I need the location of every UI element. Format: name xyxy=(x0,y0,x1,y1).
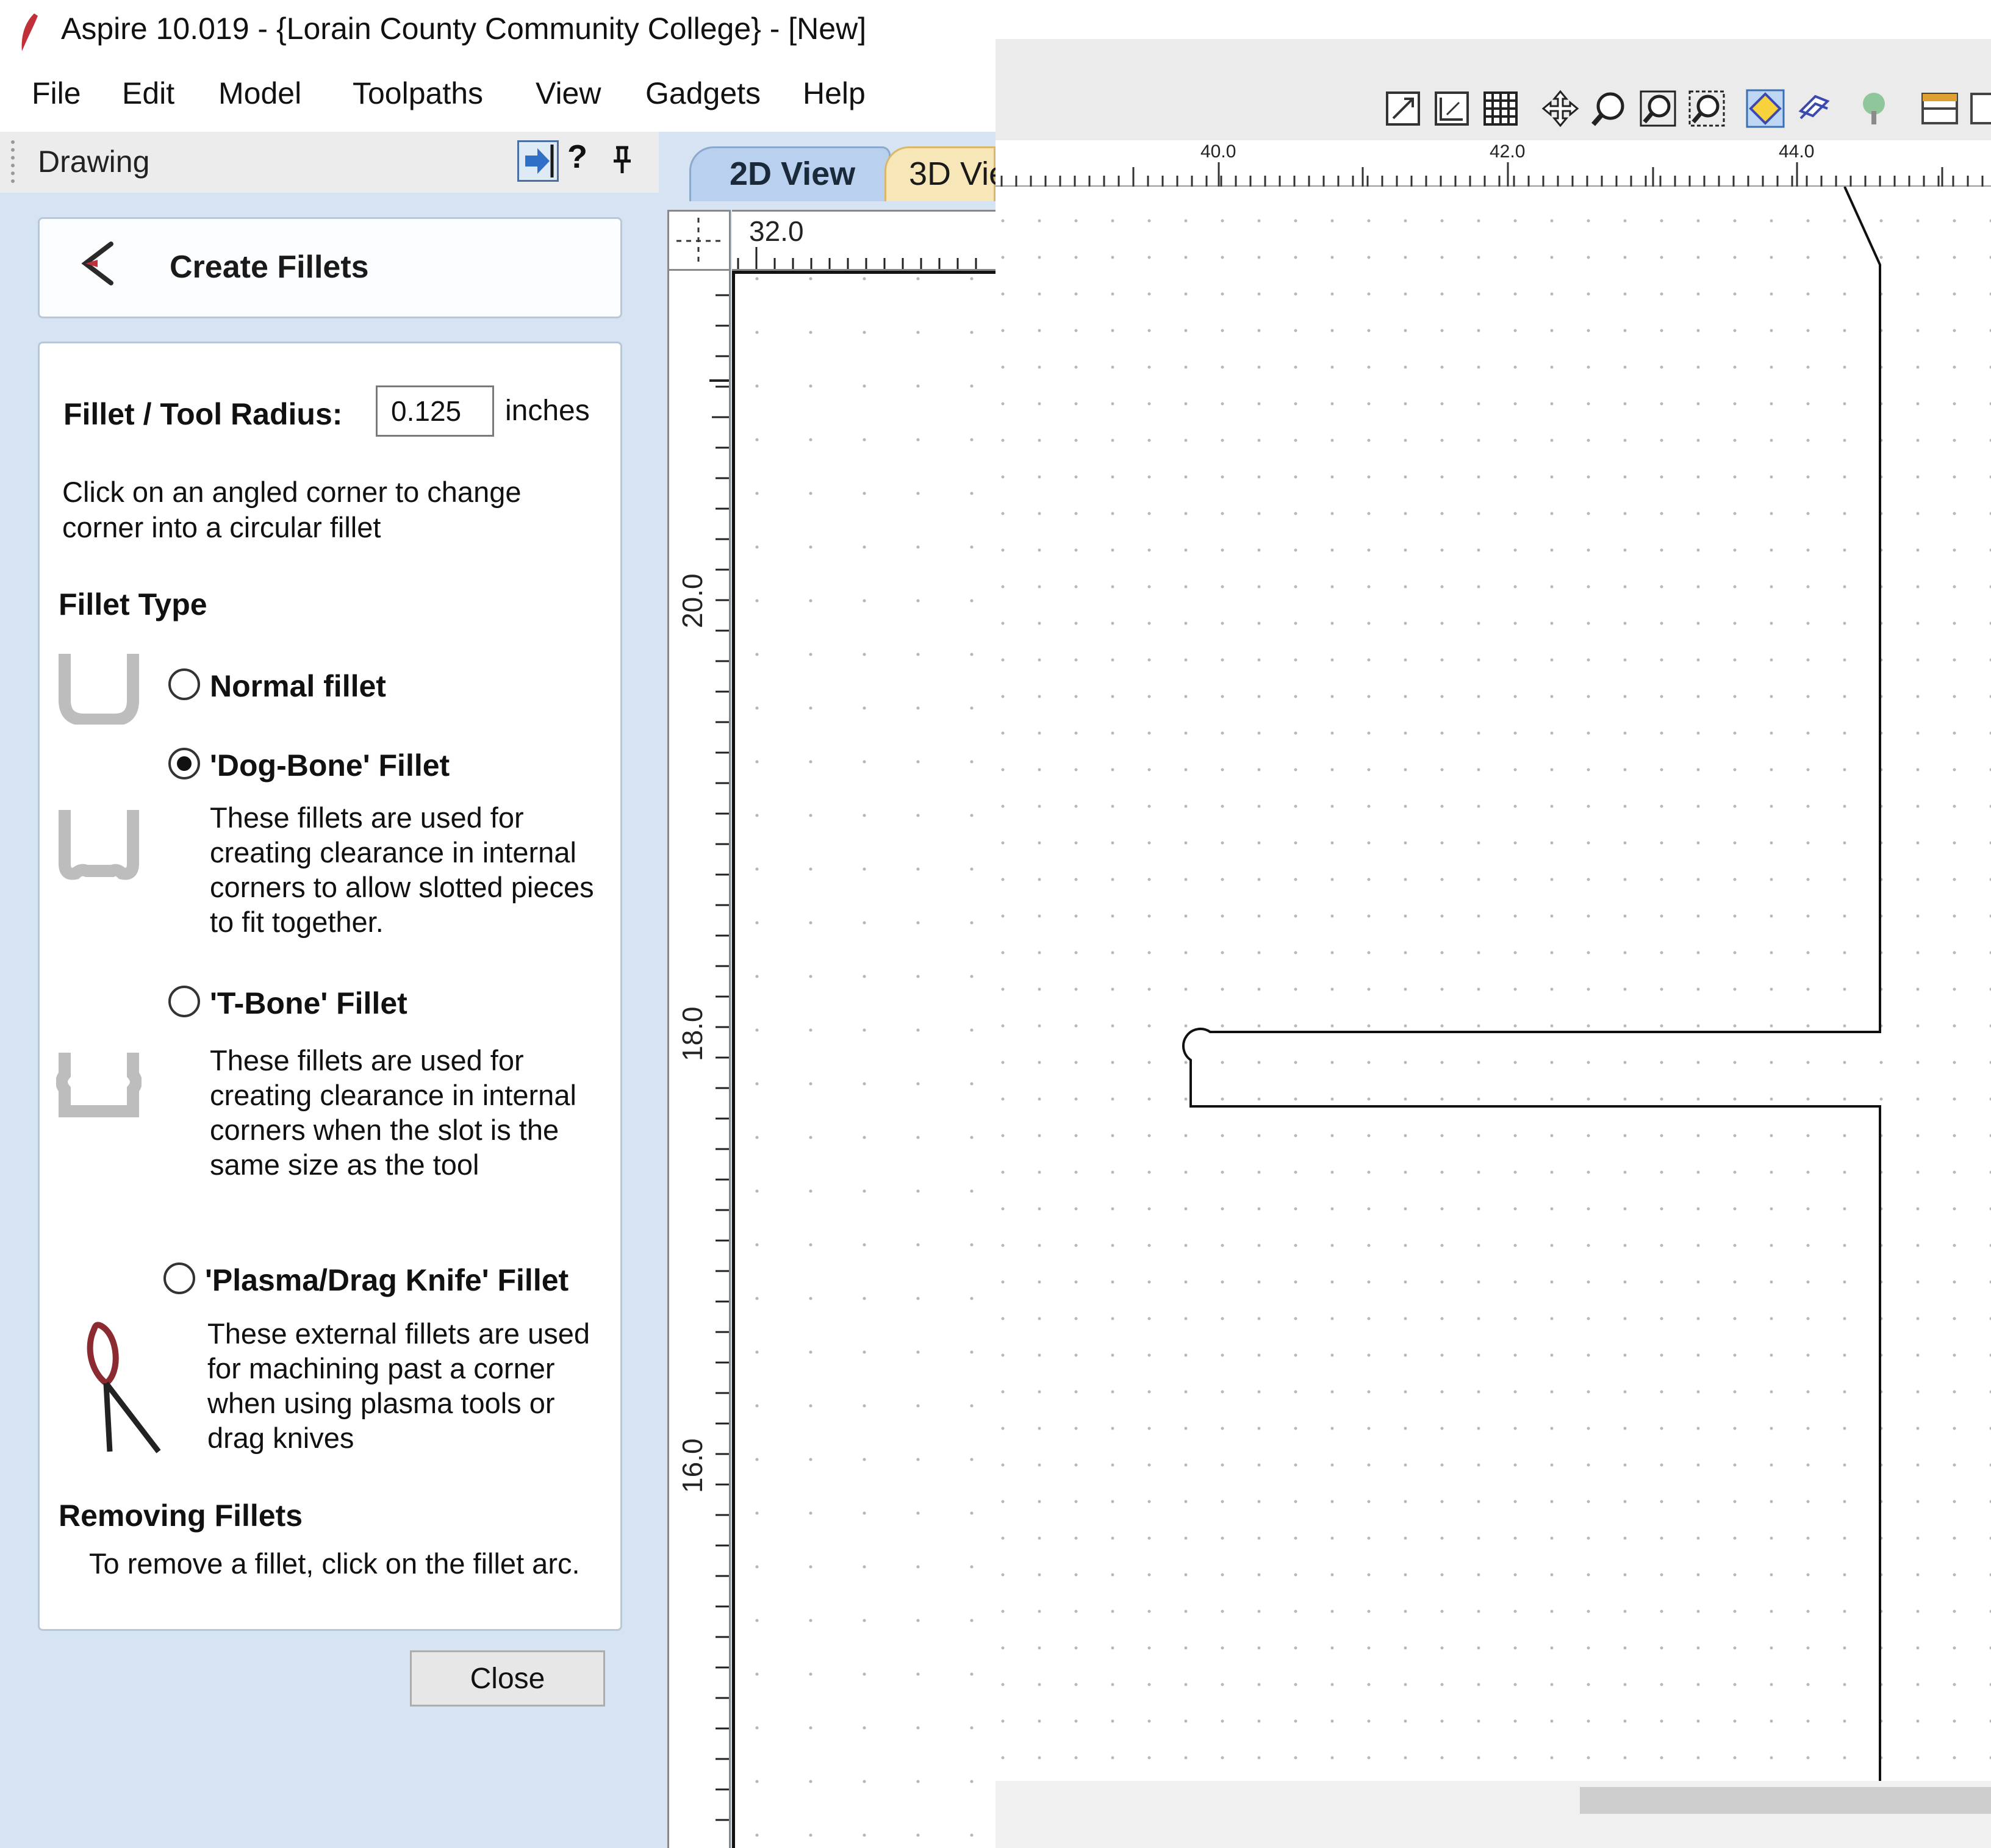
removing-fillets-text: To remove a fillet, click on the fillet … xyxy=(89,1547,580,1580)
snap-icon[interactable] xyxy=(1746,89,1785,128)
zoom-in-icon[interactable] xyxy=(1590,89,1629,128)
close-button[interactable]: Close xyxy=(410,1650,605,1707)
switch-panel-arrow-icon[interactable] xyxy=(517,140,559,182)
aspire-feather-icon xyxy=(21,13,38,51)
removing-fillets-heading: Removing Fillets xyxy=(59,1499,303,1533)
tree-icon[interactable] xyxy=(1854,89,1893,128)
panel-icon[interactable] xyxy=(1920,89,1959,128)
plasma-fillet-icon xyxy=(87,1322,161,1453)
zoom-box-icon[interactable] xyxy=(1638,89,1677,128)
tab-2d-view-label[interactable]: 2D View xyxy=(730,155,855,193)
zoom-extents-icon[interactable] xyxy=(1687,89,1726,128)
menu-gadgets[interactable]: Gadgets xyxy=(645,76,761,111)
ruler-origin-corner[interactable] xyxy=(667,210,731,271)
dog-bone-fillet-label[interactable]: 'Dog-Bone' Fillet xyxy=(210,748,450,783)
grid-icon[interactable] xyxy=(1481,89,1520,128)
drawing-panel-title: Drawing xyxy=(38,145,150,179)
fillet-radius-input[interactable] xyxy=(376,385,494,437)
dog-bone-fillet-radio[interactable] xyxy=(168,748,200,779)
fillet-type-heading: Fillet Type xyxy=(59,587,207,621)
plasma-fillet-label[interactable]: 'Plasma/Drag Knife' Fillet xyxy=(205,1262,569,1298)
dog-bone-fillet-description: These fillets are used for creating clea… xyxy=(210,801,594,938)
back-arrow-icon[interactable] xyxy=(73,239,122,288)
menu-view[interactable]: View xyxy=(536,76,601,111)
drawing-canvas-left[interactable] xyxy=(732,271,996,1848)
scrollbar-thumb[interactable] xyxy=(1580,1787,1991,1814)
create-fillets-title: Create Fillets xyxy=(170,249,369,285)
t-bone-fillet-radio[interactable] xyxy=(168,986,200,1017)
ruler-label-42: 42.0 xyxy=(1490,141,1526,162)
ruler-label-20: 20.0 xyxy=(676,573,708,628)
help-button[interactable]: ? xyxy=(567,138,587,176)
t-bone-fillet-description: These fillets are used for creating clea… xyxy=(210,1044,576,1181)
tab-3d-view-label[interactable]: 3D View xyxy=(909,155,996,193)
window-icon[interactable] xyxy=(1969,89,1991,128)
t-bone-fillet-label[interactable]: 'T-Bone' Fillet xyxy=(210,986,407,1021)
ruler-label-40: 40.0 xyxy=(1200,141,1236,162)
fillet-radius-label: Fillet / Tool Radius: xyxy=(63,397,343,431)
drawing-canvas[interactable] xyxy=(996,187,1991,1781)
pan-icon[interactable] xyxy=(1541,89,1580,128)
pin-icon[interactable] xyxy=(610,145,634,176)
window-title: Aspire 10.019 - {Lorain County Community… xyxy=(61,12,867,46)
zoom-selection-icon[interactable] xyxy=(1383,89,1422,128)
t-bone-fillet-icon xyxy=(56,1053,142,1117)
normal-fillet-radio[interactable] xyxy=(168,668,200,700)
normal-fillet-label[interactable]: Normal fillet xyxy=(210,668,386,704)
normal-fillet-icon xyxy=(59,654,139,725)
menu-model[interactable]: Model xyxy=(218,76,301,111)
ruler-label-44: 44.0 xyxy=(1779,141,1815,162)
radius-unit-label: inches xyxy=(505,395,590,427)
layers-icon[interactable] xyxy=(1795,89,1834,128)
dog-bone-fillet-icon xyxy=(59,810,139,880)
menu-edit[interactable]: Edit xyxy=(122,76,174,111)
menu-help[interactable]: Help xyxy=(803,76,866,111)
ruler-label-16: 16.0 xyxy=(676,1438,708,1493)
scale-icon[interactable] xyxy=(1432,89,1471,128)
menu-file[interactable]: File xyxy=(32,76,81,111)
panel-grip[interactable] xyxy=(11,140,20,183)
plasma-fillet-radio[interactable] xyxy=(163,1262,195,1294)
ruler-label-32: 32.0 xyxy=(749,215,804,247)
plasma-fillet-description: These external fillets are used for mach… xyxy=(207,1317,590,1454)
ruler-label-18: 18.0 xyxy=(676,1006,708,1061)
menu-toolpaths[interactable]: Toolpaths xyxy=(353,76,483,111)
right-title-strip xyxy=(996,0,1991,39)
fillet-help-text: Click on an angled corner to change corn… xyxy=(62,476,522,543)
